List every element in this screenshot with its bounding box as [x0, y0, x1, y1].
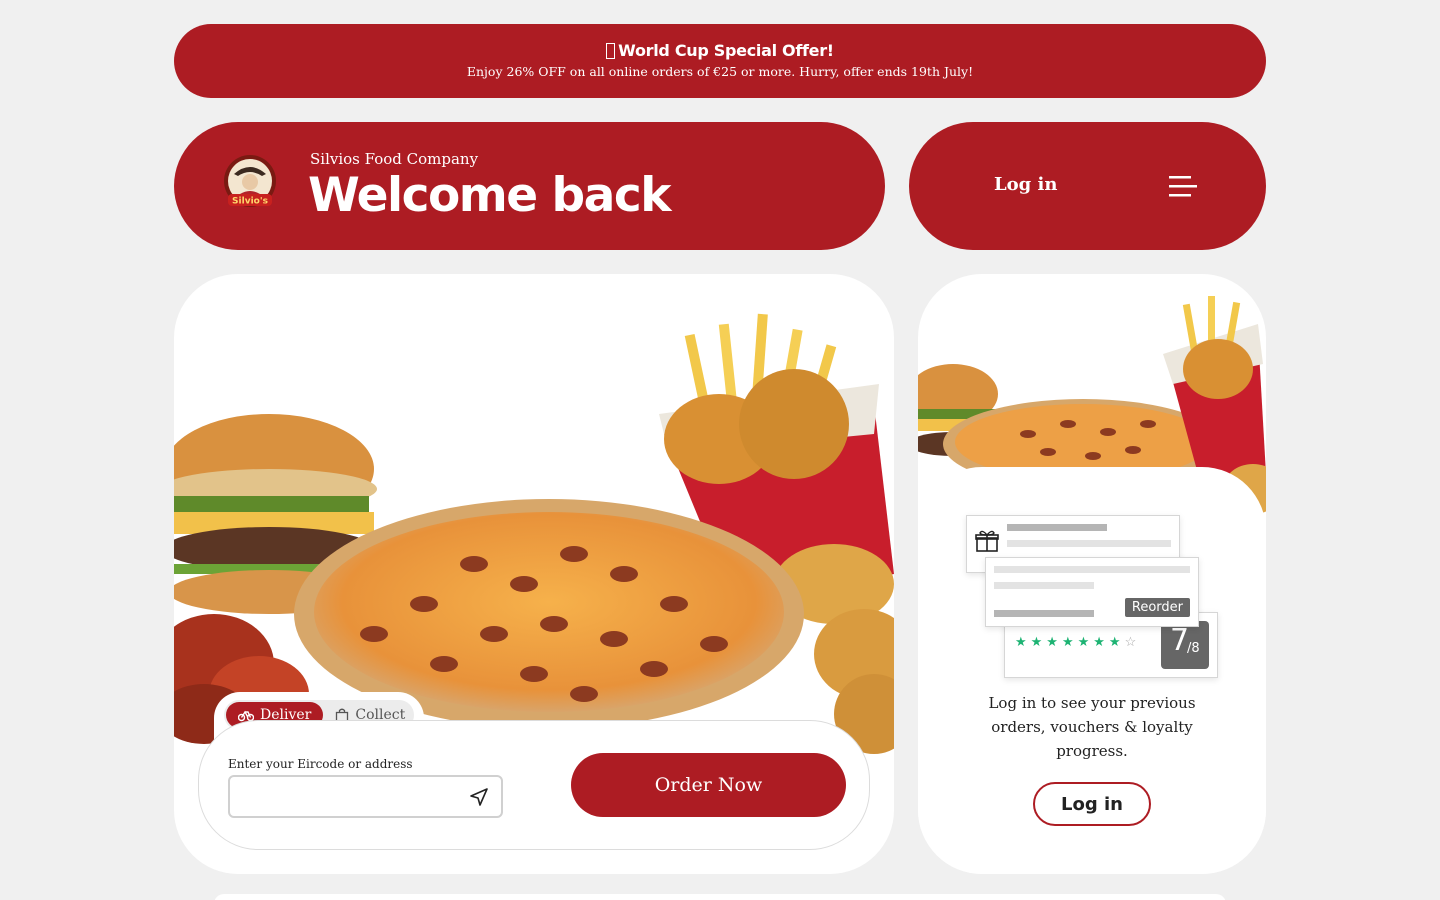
address-field-wrapper	[228, 775, 503, 818]
placeholder-bar	[994, 582, 1094, 589]
loyalty-stars: ★★★★★★★☆	[1015, 635, 1141, 650]
order-now-button[interactable]: Order Now	[571, 753, 846, 817]
account-nav: Log in	[909, 122, 1266, 250]
welcome-title: Welcome back	[308, 168, 672, 223]
mock-reorder-card: Reorder	[985, 557, 1199, 627]
welcome-header: Silvio's Silvios Food Company Welcome ba…	[174, 122, 885, 250]
promo-title: World Cup Special Offer!	[618, 41, 834, 60]
missing-glyph-icon	[606, 43, 616, 59]
gift-icon	[975, 530, 999, 552]
address-label: Enter your Eircode or address	[228, 757, 413, 771]
loyalty-card: ★★★★★★★☆ 7 /8 Reorder Log in to see your…	[918, 274, 1266, 874]
placeholder-bar	[994, 610, 1094, 617]
loyalty-login-button[interactable]: Log in	[1033, 782, 1151, 826]
login-prompt-text: Log in to see your previous orders, vouc…	[988, 694, 1196, 760]
promo-banner: World Cup Special Offer! Enjoy 26% OFF o…	[174, 24, 1266, 98]
placeholder-bar	[1007, 540, 1171, 547]
header-login-link[interactable]: Log in	[994, 174, 1057, 195]
address-input[interactable]	[230, 777, 460, 816]
svg-text:Silvio's: Silvio's	[232, 197, 268, 207]
hero-order-card: Deliver Collect Enter your Eircode or ad…	[174, 274, 894, 874]
loyalty-score: 7 /8	[1161, 621, 1209, 669]
locate-arrow-icon[interactable]	[469, 787, 489, 807]
order-panel: Enter your Eircode or address Order Now	[198, 720, 870, 850]
hamburger-menu-icon[interactable]	[1169, 174, 1199, 198]
promo-text: Enjoy 26% OFF on all online orders of €2…	[466, 64, 974, 79]
next-section-edge	[214, 894, 1226, 900]
placeholder-bar	[994, 566, 1190, 573]
reorder-badge: Reorder	[1124, 598, 1190, 617]
silvios-logo[interactable]: Silvio's	[222, 154, 278, 212]
company-name: Silvios Food Company	[310, 150, 479, 168]
placeholder-bar	[1007, 524, 1107, 531]
promo-title-row: World Cup Special Offer!	[174, 41, 1266, 60]
